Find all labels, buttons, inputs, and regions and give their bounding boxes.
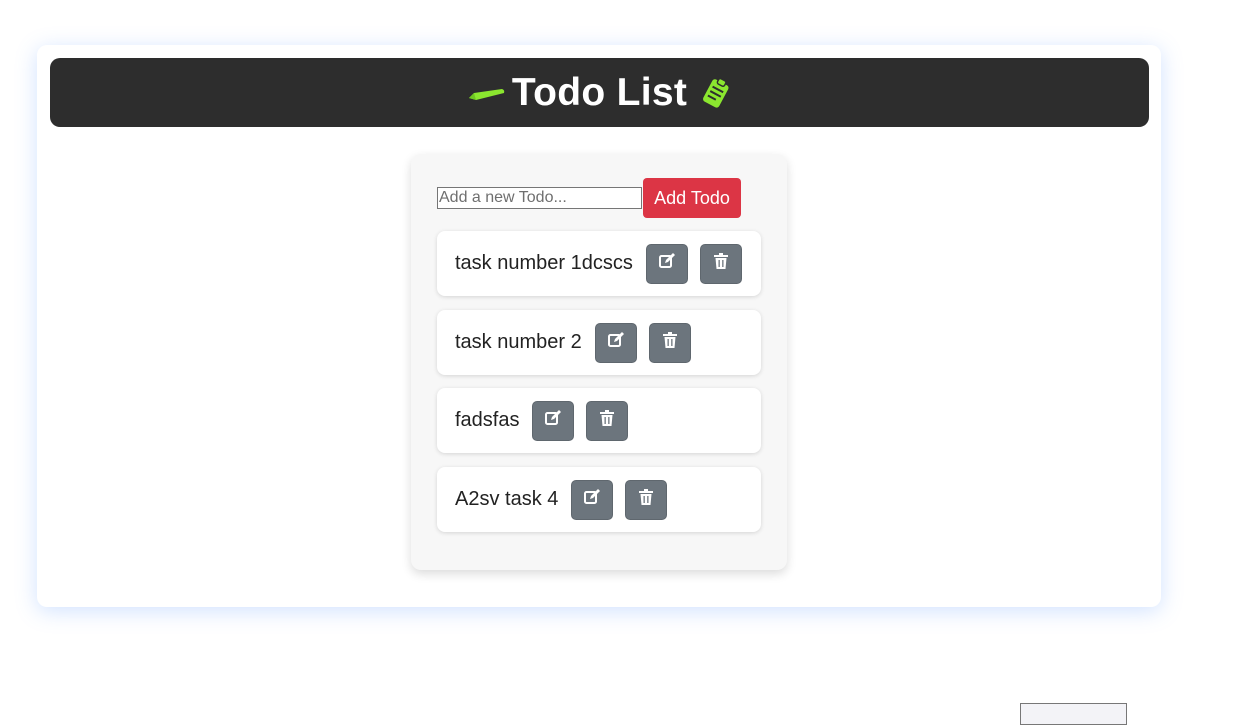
edit-icon xyxy=(607,331,625,354)
todo-item: fadsfas xyxy=(437,388,761,453)
delete-button[interactable] xyxy=(699,243,742,284)
todo-item: A2sv task 4 xyxy=(437,467,761,532)
app-container: Todo List Add Todo task number 1dcscs xyxy=(37,45,1161,607)
edit-button[interactable] xyxy=(532,400,575,441)
delete-button[interactable] xyxy=(648,322,691,363)
trash-icon xyxy=(713,253,728,274)
delete-button[interactable] xyxy=(625,479,668,520)
page-title: Todo List xyxy=(511,70,688,114)
header-bar: Todo List xyxy=(50,58,1149,127)
trash-icon xyxy=(600,410,615,431)
todo-card: Add Todo task number 1dcscs task number … xyxy=(411,154,787,570)
edit-button[interactable] xyxy=(645,243,688,284)
edit-button[interactable] xyxy=(571,479,614,520)
partial-element xyxy=(1020,703,1127,725)
edit-icon xyxy=(544,409,562,432)
todo-text: A2sv task 4 xyxy=(455,488,559,510)
todo-item: task number 2 xyxy=(437,310,761,375)
todo-text: task number 2 xyxy=(455,331,582,353)
edit-icon xyxy=(583,488,601,511)
edit-button[interactable] xyxy=(594,322,637,363)
todo-item: task number 1dcscs xyxy=(437,231,761,296)
pencil-icon xyxy=(466,78,505,108)
trash-icon xyxy=(639,489,654,510)
delete-button[interactable] xyxy=(586,400,629,441)
clipboard-icon xyxy=(699,76,733,110)
add-todo-form: Add Todo xyxy=(437,178,741,218)
add-todo-button[interactable]: Add Todo xyxy=(643,178,741,218)
todo-text: fadsfas xyxy=(455,409,520,431)
todo-text: task number 1dcscs xyxy=(455,252,633,274)
trash-icon xyxy=(662,332,677,353)
new-todo-input[interactable] xyxy=(437,187,642,209)
edit-icon xyxy=(658,252,676,275)
